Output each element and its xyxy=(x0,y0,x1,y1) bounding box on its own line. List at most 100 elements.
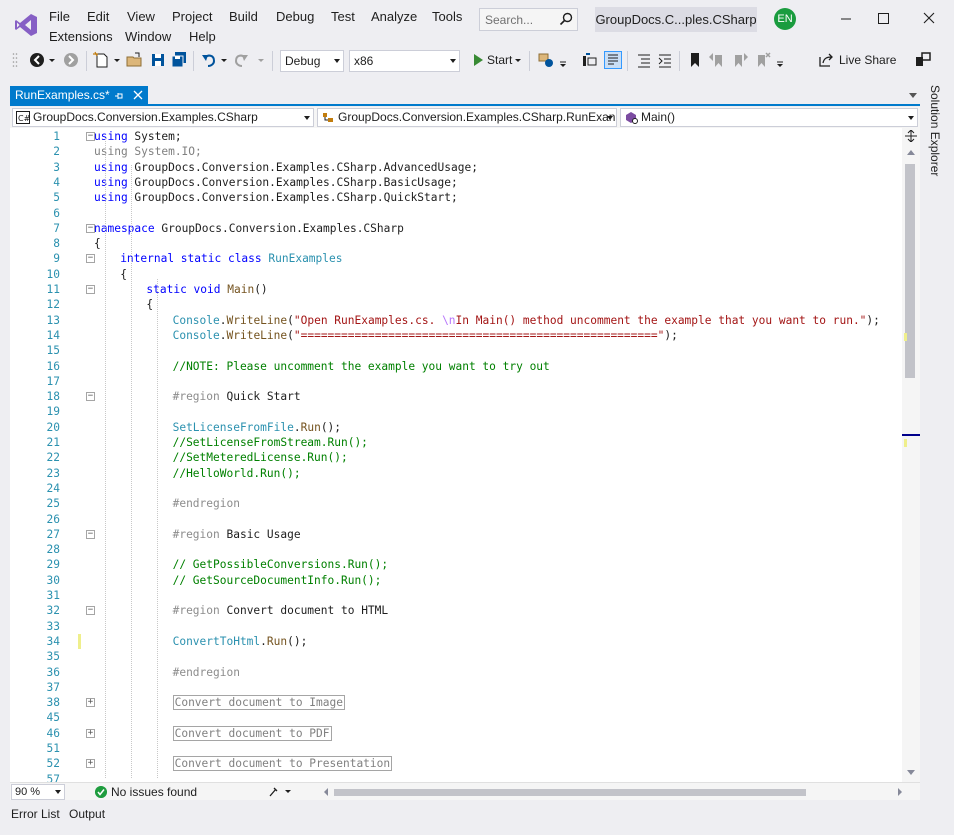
code-line[interactable]: #endregion xyxy=(173,665,240,680)
menu-debug[interactable]: Debug xyxy=(275,8,315,26)
save-all-icon[interactable] xyxy=(170,51,188,69)
zoom-select[interactable]: 90 % xyxy=(11,784,65,800)
start-play-icon[interactable] xyxy=(469,51,487,69)
vertical-scrollbar[interactable] xyxy=(902,128,920,782)
code-line[interactable]: #region Basic Usage xyxy=(173,527,301,542)
scroll-left-icon[interactable] xyxy=(322,787,330,797)
solution-platform-select[interactable]: x86 xyxy=(349,50,460,72)
redo-icon[interactable] xyxy=(232,51,250,69)
horizontal-scrollbar[interactable] xyxy=(320,786,902,798)
browser-link-icon[interactable] xyxy=(537,51,555,69)
error-list-tab[interactable]: Error List xyxy=(11,807,60,821)
solution-configuration-select[interactable]: Debug xyxy=(280,50,344,72)
code-line[interactable]: namespace GroupDocs.Conversion.Examples.… xyxy=(94,221,404,236)
menu-view[interactable]: View xyxy=(126,8,156,26)
back-dropdown-icon[interactable] xyxy=(48,51,56,69)
avatar[interactable]: EN xyxy=(774,8,796,30)
code-line[interactable]: #region Convert document to HTML xyxy=(173,603,389,618)
code-line[interactable]: static void Main() xyxy=(146,282,267,297)
scroll-right-icon[interactable] xyxy=(896,787,904,797)
open-file-icon[interactable] xyxy=(126,51,144,69)
code-editor[interactable]: 1−2 3 4 5 6 7−8 9−10 11−12 13 14 15 16 17 18−19 20 21 22… xyxy=(10,128,920,782)
code-line[interactable]: using System; xyxy=(94,129,182,144)
scroll-thumb[interactable] xyxy=(905,164,915,378)
save-icon[interactable] xyxy=(149,51,167,69)
code-line[interactable]: Console.WriteLine("Open RunExamples.cs. … xyxy=(173,313,880,328)
code-line[interactable]: #region Quick Start xyxy=(173,389,301,404)
menu-help[interactable]: Help xyxy=(188,28,217,46)
type-dropdown[interactable]: GroupDocs.Conversion.Examples.CSharp.Run… xyxy=(317,108,617,127)
minimize-icon[interactable] xyxy=(834,8,858,30)
undo-dropdown-icon[interactable] xyxy=(220,51,228,69)
search-input[interactable]: Search... xyxy=(479,8,578,31)
code-line[interactable]: using GroupDocs.Conversion.Examples.CSha… xyxy=(94,160,478,175)
browser-link-dropdown-icon[interactable] xyxy=(558,51,568,69)
step-over-icon[interactable] xyxy=(582,51,600,69)
menu-extensions[interactable]: Extensions xyxy=(48,28,114,46)
code-line[interactable]: //HelloWorld.Run(); xyxy=(173,466,301,481)
code-line[interactable]: { xyxy=(146,297,153,312)
menu-project[interactable]: Project xyxy=(171,8,213,26)
tab-runexamples[interactable]: RunExamples.cs* xyxy=(10,86,148,106)
navigate-forward-icon[interactable] xyxy=(62,51,80,69)
code-line[interactable]: // GetPossibleConversions.Run(); xyxy=(173,557,389,572)
output-tab[interactable]: Output xyxy=(69,807,105,821)
maximize-icon[interactable] xyxy=(871,8,895,30)
code-line[interactable]: //NOTE: Please uncomment the example you… xyxy=(173,359,550,374)
close-tab-icon[interactable] xyxy=(132,89,144,101)
solution-explorer-tab[interactable]: Solution Explorer xyxy=(928,85,942,176)
project-dropdown[interactable]: C# GroupDocs.Conversion.Examples.CSharp xyxy=(12,108,314,127)
start-dropdown-icon[interactable] xyxy=(514,51,522,69)
menu-tools[interactable]: Tools xyxy=(431,8,463,26)
bookmark-icon[interactable] xyxy=(686,51,704,69)
previous-bookmark-icon[interactable] xyxy=(708,51,726,69)
start-button[interactable]: Start xyxy=(487,53,512,67)
pin-icon[interactable] xyxy=(114,91,124,101)
issues-indicator[interactable]: No issues found xyxy=(95,785,197,799)
menu-edit[interactable]: Edit xyxy=(86,8,110,26)
menu-file[interactable]: File xyxy=(48,8,71,26)
code-line[interactable]: internal static class RunExamples xyxy=(120,251,342,266)
clear-bookmarks-icon[interactable] xyxy=(754,51,772,69)
code-text-area[interactable]: using System; using System.IO; using Group… xyxy=(94,128,902,782)
next-bookmark-icon[interactable] xyxy=(731,51,749,69)
undo-icon[interactable] xyxy=(200,51,218,69)
uncomment-lines-icon[interactable] xyxy=(656,51,674,69)
code-line[interactable]: // GetSourceDocumentInfo.Run(); xyxy=(173,573,382,588)
close-window-icon[interactable] xyxy=(917,8,941,30)
split-window-icon[interactable] xyxy=(905,130,917,142)
scroll-thumb[interactable] xyxy=(334,789,806,796)
code-line[interactable]: SetLicenseFromFile.Run(); xyxy=(173,420,341,435)
code-cleanup-icon[interactable] xyxy=(268,786,294,798)
live-share-icon[interactable] xyxy=(817,51,835,69)
toolbar-overflow-icon[interactable] xyxy=(775,51,785,69)
code-line[interactable]: #endregion xyxy=(173,496,240,511)
code-line[interactable]: ConvertToHtml.Run(); xyxy=(173,634,308,649)
code-line[interactable]: Convert document to PDF xyxy=(172,725,332,741)
menu-test[interactable]: Test xyxy=(330,8,356,26)
menu-window[interactable]: Window xyxy=(124,28,172,46)
code-line[interactable]: using GroupDocs.Conversion.Examples.CSha… xyxy=(94,190,458,205)
code-line[interactable]: Convert document to Presentation xyxy=(172,756,393,772)
navigate-back-icon[interactable] xyxy=(28,51,46,69)
scroll-up-icon[interactable] xyxy=(907,150,915,155)
code-line[interactable]: using GroupDocs.Conversion.Examples.CSha… xyxy=(94,175,458,190)
code-line[interactable]: using System.IO; xyxy=(94,144,202,159)
code-line[interactable]: Convert document to Image xyxy=(172,695,345,711)
visual-studio-logo-icon[interactable] xyxy=(14,13,38,37)
menu-build[interactable]: Build xyxy=(228,8,259,26)
code-line[interactable]: { xyxy=(94,236,101,251)
solution-name[interactable]: GroupDocs.C...ples.CSharp xyxy=(595,7,757,32)
tabs-overflow-icon[interactable] xyxy=(909,93,917,98)
code-line[interactable]: //SetMeteredLicense.Run(); xyxy=(173,450,348,465)
live-share-button[interactable]: Live Share xyxy=(839,53,896,67)
feedback-icon[interactable] xyxy=(914,51,932,69)
code-line[interactable]: //SetLicenseFromStream.Run(); xyxy=(173,435,368,450)
code-line[interactable]: Console.WriteLine("=====================… xyxy=(173,328,678,343)
menu-analyze[interactable]: Analyze xyxy=(370,8,418,26)
new-item-icon[interactable] xyxy=(93,51,111,69)
scroll-down-icon[interactable] xyxy=(907,770,915,775)
toggle-formatting-icon[interactable] xyxy=(604,51,622,69)
member-dropdown[interactable]: Main() xyxy=(620,108,918,127)
comment-lines-icon[interactable] xyxy=(635,51,653,69)
